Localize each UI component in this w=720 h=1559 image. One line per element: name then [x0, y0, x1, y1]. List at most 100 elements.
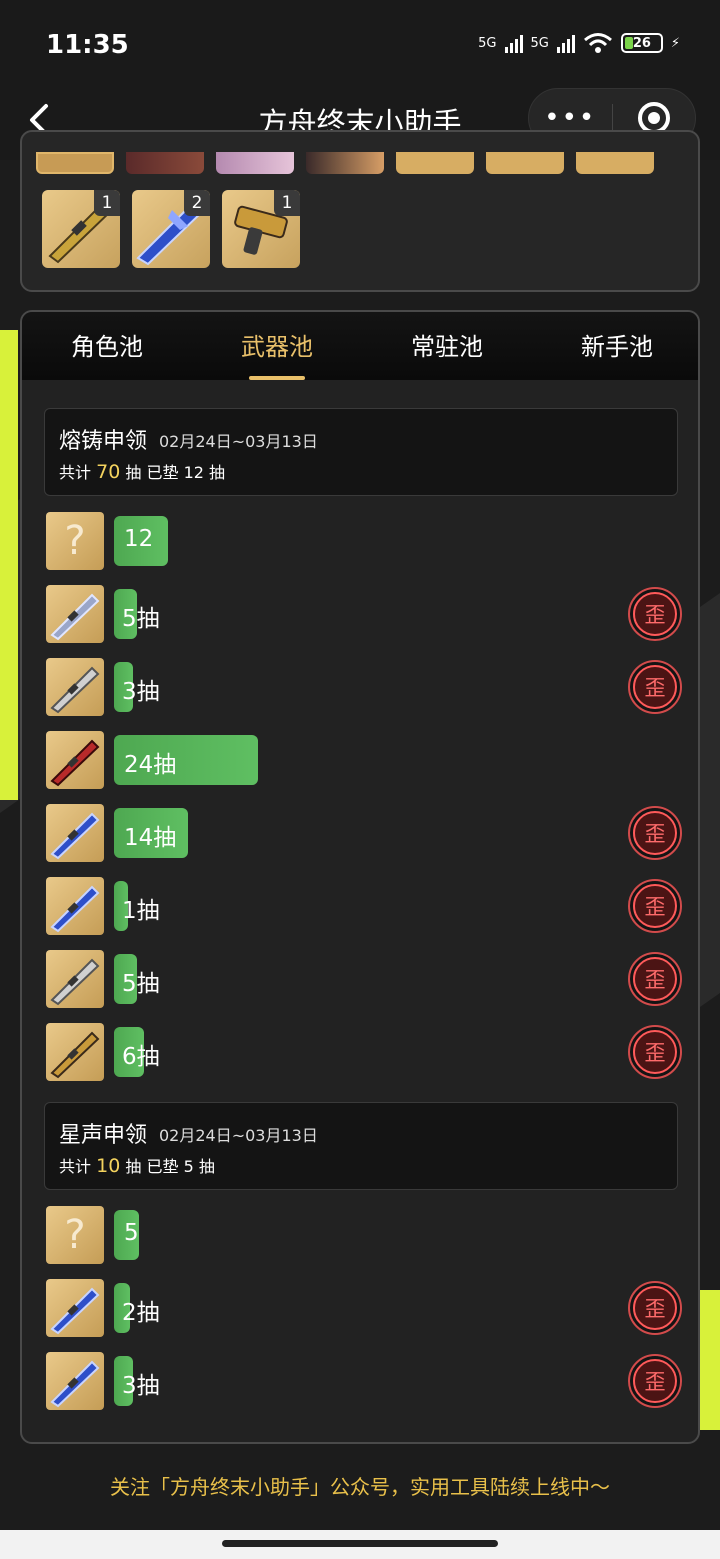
pull-record-row[interactable]: ? 5 [46, 1206, 676, 1266]
tab-label: 角色池 [71, 333, 143, 361]
pull-record-row[interactable]: 5抽 歪 [46, 585, 682, 645]
unknown-item-icon: ? [46, 512, 104, 570]
tab-label: 常驻池 [411, 333, 483, 361]
weapon-icon [46, 1279, 104, 1337]
waai-label: 歪 [633, 811, 677, 855]
off-banner-badge: 歪 [628, 1281, 682, 1335]
character-thumb[interactable] [486, 152, 564, 174]
off-banner-badge: 歪 [628, 1025, 682, 1079]
waai-label: 歪 [633, 957, 677, 1001]
pool-date: 02月24日~03月13日 [159, 1126, 318, 1145]
footer-note: 关注「方舟终末小助手」公众号，实用工具陆续上线中～ [110, 1475, 610, 1499]
pull-record-row[interactable]: ? 12 [46, 512, 676, 572]
weapon-icon [46, 1352, 104, 1410]
pull-record-row[interactable]: 24抽 [46, 731, 676, 791]
tab-weapon-pool[interactable]: 武器池 [192, 312, 362, 380]
pool-header: 星声申领 02月24日~03月13日 共计 10 抽 已垫 5 抽 [44, 1102, 678, 1190]
tab-label: 新手池 [581, 333, 653, 361]
character-thumb[interactable] [216, 152, 294, 174]
waai-label: 歪 [633, 592, 677, 636]
pull-count-label: 24抽 [124, 752, 177, 778]
weapon-icon [46, 1023, 104, 1081]
status-bar: 11:35 5G 5G 26 ⚡ [0, 0, 720, 88]
network-label-1: 5G [478, 35, 497, 51]
weapon-thumb[interactable]: 2 [132, 190, 210, 268]
waai-label: 歪 [633, 1286, 677, 1330]
character-thumb[interactable] [36, 152, 114, 174]
status-icons: 5G 5G 26 ⚡ [478, 32, 680, 54]
weapon-thumb[interactable]: 1 [42, 190, 120, 268]
pity-count: 12 [183, 463, 204, 482]
character-thumb[interactable] [306, 152, 384, 174]
weapon-icon [46, 585, 104, 643]
off-banner-badge: 歪 [628, 587, 682, 641]
pull-count-label: 2抽 [122, 1300, 160, 1326]
total-pulls: 10 [96, 1155, 121, 1177]
stats-suffix: 抽 [209, 463, 226, 482]
pull-count-label: 5 [124, 1220, 139, 1246]
weapon-thumb-row: 1 2 1 [42, 190, 300, 268]
pull-count-label: 14抽 [124, 825, 177, 851]
tab-standard-pool[interactable]: 常驻池 [362, 312, 532, 380]
home-indicator[interactable] [222, 1540, 498, 1547]
neon-accent-left [0, 330, 18, 800]
waai-label: 歪 [633, 884, 677, 928]
pool-name: 熔铸申领 [59, 429, 148, 454]
pull-count-label: 5抽 [122, 971, 160, 997]
pull-record-row[interactable]: 6抽 歪 [46, 1023, 682, 1083]
pool-name: 星声申领 [59, 1123, 148, 1148]
tab-beginner-pool[interactable]: 新手池 [532, 312, 698, 380]
off-banner-badge: 歪 [628, 660, 682, 714]
weapon-count: 1 [94, 190, 120, 216]
weapon-count: 1 [274, 190, 300, 216]
pool-tabs: 角色池 武器池 常驻池 新手池 [22, 312, 698, 380]
pull-count-label: 3抽 [122, 1373, 160, 1399]
pool-stats: 共计 70 抽 已垫 12 抽 [59, 459, 225, 483]
character-thumb[interactable] [396, 152, 474, 174]
off-banner-badge: 歪 [628, 952, 682, 1006]
network-label-2: 5G [530, 35, 549, 51]
inventory-card: 1 2 1 [20, 130, 700, 292]
character-thumb[interactable] [576, 152, 654, 174]
weapon-icon [46, 877, 104, 935]
weapon-icon [46, 658, 104, 716]
pull-count-label: 6抽 [122, 1044, 160, 1070]
pull-count-label: 3抽 [122, 679, 160, 705]
pull-count-label: 1抽 [122, 898, 160, 924]
stats-mid: 抽 已垫 [125, 463, 179, 482]
app-screen: { "status_bar": {"time": "11:35", "net1"… [0, 0, 720, 1559]
pull-record-row[interactable]: 3抽 歪 [46, 658, 682, 718]
waai-label: 歪 [633, 665, 677, 709]
stats-prefix: 共计 [59, 1157, 92, 1176]
off-banner-badge: 歪 [628, 806, 682, 860]
off-banner-badge: 歪 [628, 879, 682, 933]
unknown-item-icon: ? [46, 1206, 104, 1264]
stats-mid: 抽 已垫 [125, 1157, 179, 1176]
weapon-icon [46, 804, 104, 862]
weapon-count: 2 [184, 190, 210, 216]
pull-record-row[interactable]: 14抽 歪 [46, 804, 682, 864]
pull-record-row[interactable]: 3抽 歪 [46, 1352, 682, 1412]
pull-record-row[interactable]: 2抽 歪 [46, 1279, 682, 1339]
tab-label: 武器池 [241, 333, 313, 361]
pool-date: 02月24日~03月13日 [159, 432, 318, 451]
battery-level: 26 [632, 35, 651, 51]
battery-icon: 26 [620, 33, 663, 53]
home-indicator-bar [0, 1530, 720, 1559]
tab-underline [249, 376, 305, 380]
character-thumb[interactable] [126, 152, 204, 174]
pull-count-label: 5抽 [122, 606, 160, 632]
charging-icon: ⚡ [670, 35, 680, 51]
stats-prefix: 共计 [59, 463, 92, 482]
tab-character-pool[interactable]: 角色池 [22, 312, 192, 380]
total-pulls: 70 [96, 461, 121, 483]
signal-icon [556, 33, 575, 53]
signal-icon [504, 33, 523, 53]
more-button[interactable]: ••• [529, 103, 612, 133]
waai-label: 歪 [633, 1030, 677, 1074]
pull-record-row[interactable]: 5抽 歪 [46, 950, 682, 1010]
pull-record-row[interactable]: 1抽 歪 [46, 877, 682, 937]
weapon-thumb[interactable]: 1 [222, 190, 300, 268]
wifi-icon [583, 33, 612, 53]
status-time: 11:35 [46, 30, 129, 60]
